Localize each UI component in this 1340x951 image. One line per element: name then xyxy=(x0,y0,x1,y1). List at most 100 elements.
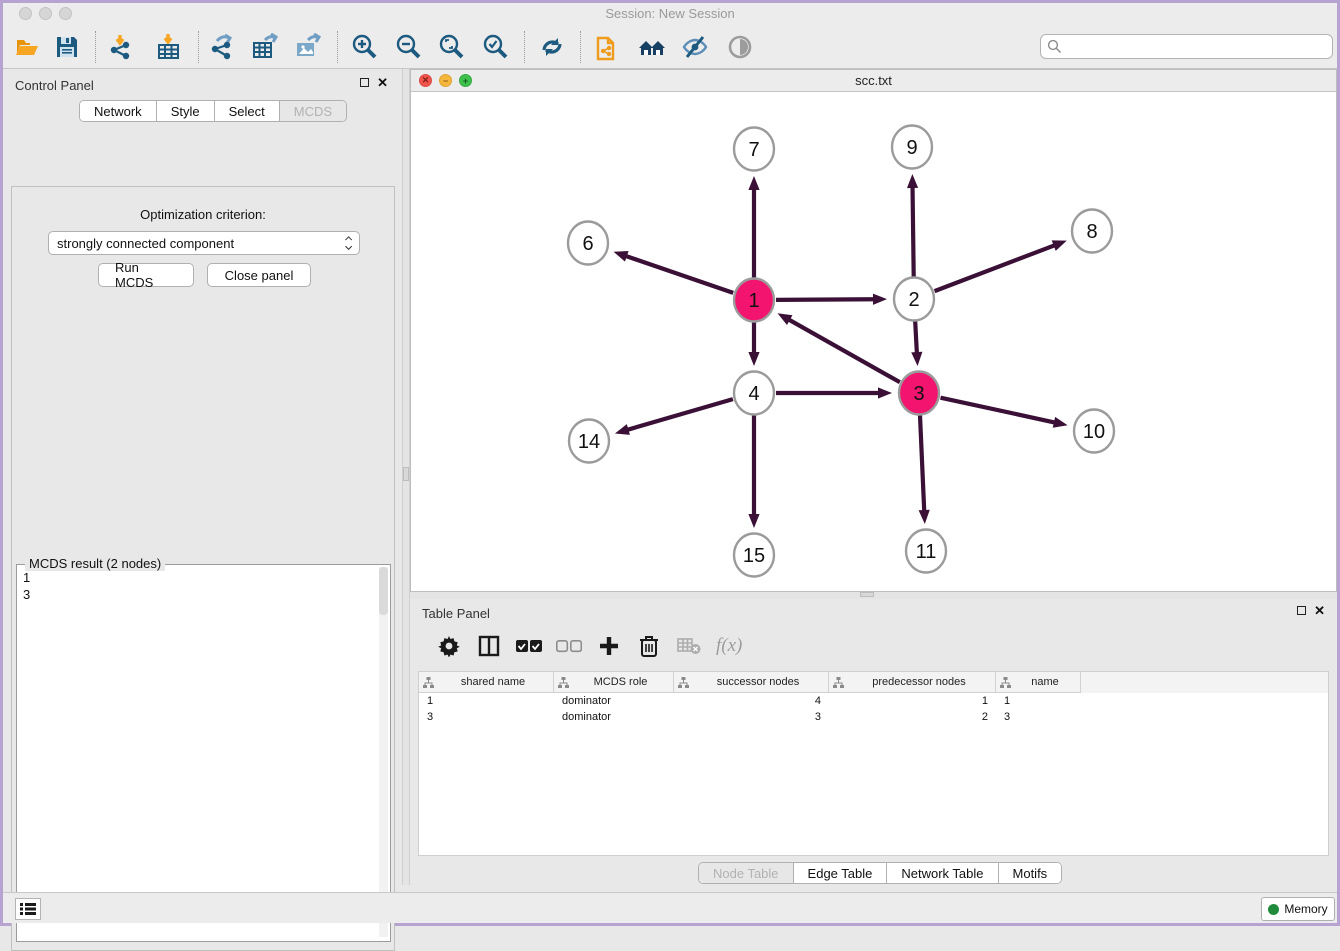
mcds-result-item[interactable]: 1 xyxy=(23,569,379,586)
show-all-icon[interactable] xyxy=(724,31,756,63)
table-row[interactable]: 1dominator411 xyxy=(419,693,1328,709)
hide-selected-icon[interactable] xyxy=(679,31,711,63)
graph-node-11[interactable]: 11 xyxy=(906,530,946,573)
table-cell[interactable]: 2 xyxy=(829,709,996,725)
graph-node-15[interactable]: 15 xyxy=(734,534,774,577)
table-cell[interactable]: 3 xyxy=(419,709,554,725)
column-header-predecessor-nodes[interactable]: predecessor nodes xyxy=(829,672,996,693)
table-cell[interactable]: dominator xyxy=(554,693,674,709)
zoom-in-icon[interactable] xyxy=(349,31,381,63)
network-canvas[interactable]: 7 9 6 8 1 2 4 3 14 10 15 11 xyxy=(411,92,1336,591)
graph-node-4[interactable]: 4 xyxy=(734,372,774,415)
edge-2-9[interactable] xyxy=(913,187,914,277)
column-header-name[interactable]: name xyxy=(996,672,1081,693)
save-session-icon[interactable] xyxy=(51,31,83,63)
table-cell[interactable]: 3 xyxy=(674,709,829,725)
vertical-splitter[interactable] xyxy=(402,69,410,885)
main-toolbar xyxy=(3,23,1337,69)
network-close-icon[interactable]: ✕ xyxy=(419,74,432,87)
refresh-icon[interactable] xyxy=(536,31,568,63)
zoom-out-icon[interactable] xyxy=(393,31,425,63)
node-label: 2 xyxy=(908,289,919,311)
float-table-panel-icon[interactable] xyxy=(1297,606,1306,615)
import-table-icon[interactable] xyxy=(153,31,185,63)
graph-node-3[interactable]: 3 xyxy=(899,372,939,415)
close-panel-button[interactable]: Close panel xyxy=(207,263,311,287)
table-panel: Table Panel ✕ f(x) shared nameMCDS roles… xyxy=(410,599,1337,892)
tab-motifs[interactable]: Motifs xyxy=(999,863,1062,883)
search-input[interactable] xyxy=(1062,40,1326,54)
tab-select[interactable]: Select xyxy=(215,101,280,121)
export-table-icon[interactable] xyxy=(249,31,281,63)
tab-network-table[interactable]: Network Table xyxy=(887,863,998,883)
edge-2-3[interactable] xyxy=(915,321,917,353)
memory-button[interactable]: Memory xyxy=(1261,897,1335,921)
import-network-icon[interactable] xyxy=(105,31,137,63)
function-builder-icon-disabled: f(x) xyxy=(716,633,742,659)
delete-column-icon[interactable] xyxy=(636,633,662,659)
edge-3-11[interactable] xyxy=(920,415,924,511)
new-network-from-selection-icon[interactable] xyxy=(592,31,624,63)
network-maximize-icon[interactable]: + xyxy=(459,74,472,87)
export-image-icon[interactable] xyxy=(292,31,324,63)
tab-network[interactable]: Network xyxy=(80,101,157,121)
optimization-criterion-select[interactable]: strongly connected component xyxy=(48,231,360,255)
open-file-icon[interactable] xyxy=(11,31,43,63)
show-columns-icon[interactable] xyxy=(476,633,502,659)
memory-status-icon xyxy=(1268,904,1279,915)
table-cell[interactable]: dominator xyxy=(554,709,674,725)
mcds-result-scrollbar[interactable] xyxy=(379,567,388,937)
node-label: 9 xyxy=(906,137,917,159)
table-cell[interactable]: 1 xyxy=(419,693,554,709)
table-cell[interactable]: 3 xyxy=(996,709,1081,725)
zoom-selected-icon[interactable] xyxy=(480,31,512,63)
close-table-panel-icon[interactable]: ✕ xyxy=(1314,606,1325,615)
edge-2-8[interactable] xyxy=(935,245,1055,291)
graph-node-14[interactable]: 14 xyxy=(569,420,609,463)
add-column-icon[interactable] xyxy=(596,633,622,659)
graph-node-8[interactable]: 8 xyxy=(1072,210,1112,253)
graph-node-1[interactable]: 1 xyxy=(734,279,774,322)
toolbar-separator xyxy=(95,31,96,63)
graph-node-2[interactable]: 2 xyxy=(894,278,934,321)
tab-node-table[interactable]: Node Table xyxy=(699,863,794,883)
tab-edge-table[interactable]: Edge Table xyxy=(794,863,888,883)
edge-1-2[interactable] xyxy=(776,299,874,300)
float-panel-icon[interactable] xyxy=(360,78,369,87)
search-box[interactable] xyxy=(1040,34,1333,59)
graph-node-10[interactable]: 10 xyxy=(1074,410,1114,453)
export-network-icon[interactable] xyxy=(206,31,238,63)
table-row[interactable]: 3dominator323 xyxy=(419,709,1328,725)
edge-4-14[interactable] xyxy=(627,399,732,430)
first-neighbors-icon[interactable] xyxy=(636,31,668,63)
horizontal-splitter[interactable] xyxy=(410,592,1337,599)
mcds-result-list[interactable]: 13 xyxy=(19,569,379,603)
zoom-fit-icon[interactable] xyxy=(436,31,468,63)
edge-1-6[interactable] xyxy=(626,256,733,293)
close-panel-icon[interactable]: ✕ xyxy=(377,78,388,87)
table-settings-gear-icon[interactable] xyxy=(436,633,462,659)
graph-node-7[interactable]: 7 xyxy=(734,128,774,171)
select-all-icon[interactable] xyxy=(516,633,542,659)
column-header-successor-nodes[interactable]: successor nodes xyxy=(674,672,829,693)
table-cell[interactable]: 1 xyxy=(829,693,996,709)
graph-node-9[interactable]: 9 xyxy=(892,126,932,169)
node-label: 11 xyxy=(916,541,937,563)
run-mcds-button[interactable]: Run MCDS xyxy=(98,263,194,287)
table-cell[interactable]: 4 xyxy=(674,693,829,709)
column-header-shared-name[interactable]: shared name xyxy=(419,672,554,693)
table-cell[interactable]: 1 xyxy=(996,693,1081,709)
tab-style[interactable]: Style xyxy=(157,101,215,121)
network-window-titlebar: ✕ − + scc.txt xyxy=(411,70,1336,92)
column-header-MCDS-role[interactable]: MCDS role xyxy=(554,672,674,693)
task-history-button[interactable] xyxy=(15,898,41,920)
node-label: 15 xyxy=(743,545,765,567)
deselect-all-icon[interactable] xyxy=(556,633,582,659)
select-stepper-icon xyxy=(346,237,351,248)
network-minimize-icon[interactable]: − xyxy=(439,74,452,87)
tab-mcds[interactable]: MCDS xyxy=(280,101,346,121)
graph-node-6[interactable]: 6 xyxy=(568,222,608,265)
edge-3-10[interactable] xyxy=(940,398,1054,423)
mcds-result-item[interactable]: 3 xyxy=(23,586,379,603)
edge-3-1[interactable] xyxy=(789,320,900,383)
